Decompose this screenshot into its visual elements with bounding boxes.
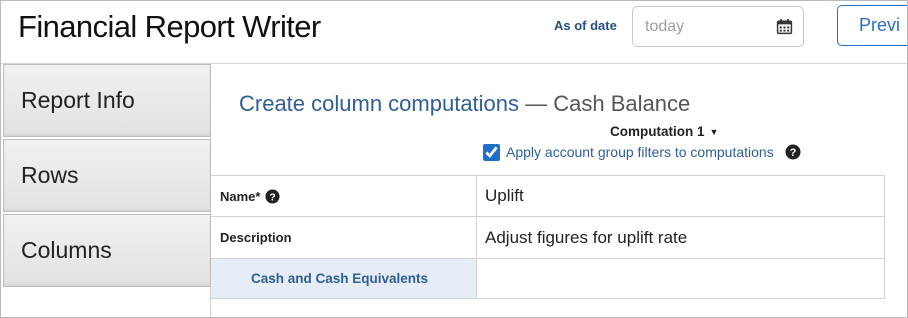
app-title: Financial Report Writer [18,9,321,44]
svg-text:?: ? [270,192,276,203]
help-icon[interactable]: ? [785,144,801,160]
form-row-account-group: Cash and Cash Equivalents [211,259,885,299]
sidebar: Report Info Rows Columns [3,64,211,317]
help-icon[interactable]: ? [265,188,280,204]
as-of-date-label: As of date [554,18,617,33]
computation-selector-label: Computation 1 [610,124,705,139]
form-row-name: Name* ? [211,175,885,217]
as-of-date-field[interactable] [632,6,804,47]
apply-filters-row: Apply account group filters to computati… [483,142,801,162]
apply-filters-checkbox[interactable] [483,143,500,161]
preview-button[interactable]: Previ [837,5,907,46]
account-group-label: Cash and Cash Equivalents [211,259,477,298]
calendar-icon[interactable] [776,18,793,35]
sidebar-item-report-info[interactable]: Report Info [3,64,211,137]
page-title-main: Create column computations [239,91,520,116]
sidebar-item-columns[interactable]: Columns [3,214,211,287]
description-input[interactable] [485,217,884,258]
form-row-description: Description [211,217,885,259]
computation-selector[interactable]: Computation 1 ▼ [610,124,718,139]
sidebar-item-rows[interactable]: Rows [3,139,211,212]
name-label-cell: Name* ? [211,176,477,216]
account-group-value-cell[interactable] [477,259,885,298]
page-title-subtitle: Cash Balance [553,91,691,116]
as-of-date-input[interactable] [645,7,770,46]
page-title: Create column computations — Cash Balanc… [239,91,690,117]
description-label: Description [211,217,477,258]
app-window: Financial Report Writer As of date Previ… [0,0,908,318]
name-label: Name* [220,188,261,204]
svg-text:?: ? [789,147,796,159]
description-value-cell [477,217,885,258]
chevron-down-icon: ▼ [709,127,719,137]
name-input[interactable] [485,176,884,216]
page-title-separator: — [525,91,548,116]
apply-filters-label[interactable]: Apply account group filters to computati… [506,144,774,160]
name-value-cell [477,176,885,216]
